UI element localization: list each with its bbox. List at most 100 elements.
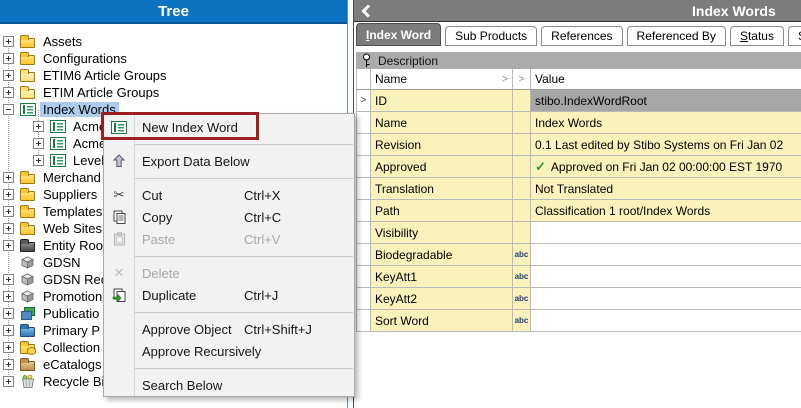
attribute-row-name: Name Index Words [354, 112, 801, 134]
attribute-value[interactable]: 0.1 Last edited by Stibo Systems on Fri … [531, 134, 801, 156]
grid-header-row: Name > > Value [354, 69, 801, 90]
row-marker [356, 200, 371, 222]
attribute-name[interactable]: Path [371, 200, 513, 222]
expand-plus-icon[interactable] [3, 325, 14, 336]
expand-plus-icon[interactable] [33, 155, 44, 166]
attribute-value[interactable]: ✓ Approved on Fri Jan 02 00:00:00 EST 19… [531, 156, 801, 178]
menu-item-approve-recursively[interactable]: Approve Recursively [104, 340, 354, 362]
tab-cut-off[interactable]: S [788, 26, 801, 46]
expand-plus-icon[interactable] [3, 206, 14, 217]
tab-status[interactable]: Status [730, 26, 784, 46]
expand-plus-icon[interactable] [3, 223, 14, 234]
tab-label: References [551, 29, 612, 43]
attribute-value[interactable] [531, 244, 801, 266]
tab-label: ndex Word [369, 28, 431, 42]
text-attribute-icon: abc [513, 288, 531, 310]
attribute-value[interactable]: Not Translated [531, 178, 801, 200]
attribute-row-sort-word: Sort Word abc [354, 310, 801, 332]
menu-item-export-data-below[interactable]: Export Data Below [104, 150, 354, 172]
attribute-name[interactable]: Sort Word [371, 310, 513, 332]
expand-plus-icon[interactable] [3, 70, 14, 81]
expand-plus-icon[interactable] [3, 376, 14, 387]
cube-icon [19, 290, 36, 303]
tab-bar: Index Word Sub Products References Refer… [356, 22, 801, 46]
tab-sub-products[interactable]: Sub Products [445, 26, 537, 46]
expand-plus-icon[interactable] [3, 189, 14, 200]
menu-item-search-below[interactable]: Search Below [104, 374, 354, 396]
tree-item-label: ETIM Article Groups [40, 85, 162, 100]
expand-plus-icon[interactable] [3, 53, 14, 64]
menu-shortcut: Ctrl+X [244, 188, 280, 203]
attribute-value[interactable] [531, 288, 801, 310]
tree-panel-title: Tree [0, 0, 347, 24]
tree-item-etim6-article-groups[interactable]: ETIM6 Article Groups [0, 67, 348, 84]
menu-item-label: Copy [134, 210, 172, 225]
tree-item-assets[interactable]: Assets [0, 33, 348, 50]
sort-indicator-icon[interactable]: > [502, 74, 508, 85]
tree-item-label: eCatalogs [40, 357, 105, 372]
collapse-minus-icon[interactable] [3, 104, 14, 115]
expand-plus-icon[interactable] [3, 240, 14, 251]
attribute-name[interactable]: Translation [371, 178, 513, 200]
attribute-value[interactable]: Index Words [531, 112, 801, 134]
collection-folder-icon [19, 341, 36, 354]
attribute-name[interactable]: Revision [371, 134, 513, 156]
tab-index-word[interactable]: Index Word [356, 23, 441, 46]
back-arrow-icon[interactable] [359, 3, 375, 19]
attribute-name[interactable]: KeyAtt1 [371, 266, 513, 288]
row-marker [356, 266, 371, 288]
description-section-header: Description [356, 52, 801, 69]
attribute-name[interactable]: Visibility [371, 222, 513, 244]
attribute-name[interactable]: Biodegradable [371, 244, 513, 266]
tab-references[interactable]: References [541, 26, 622, 46]
tan-folder-icon [19, 358, 36, 371]
abc-flag: abc [515, 250, 529, 259]
expand-plus-icon[interactable] [3, 36, 14, 47]
expand-plus-icon[interactable] [33, 138, 44, 149]
expand-plus-icon[interactable] [3, 359, 14, 370]
expand-plus-icon[interactable] [3, 291, 14, 302]
tree-item-etim-article-groups[interactable]: ETIM Article Groups [0, 84, 348, 101]
value-column-header[interactable]: Value [531, 69, 801, 90]
abc-flag: abc [515, 316, 529, 325]
tree-item-configurations[interactable]: Configurations [0, 50, 348, 67]
attribute-row-keyatt1: KeyAtt1 abc [354, 266, 801, 288]
attribute-name[interactable]: KeyAtt2 [371, 288, 513, 310]
expand-plus-icon[interactable] [3, 172, 14, 183]
attribute-name[interactable]: Approved [371, 156, 513, 178]
export-icon [104, 154, 134, 168]
tab-label: tatus [748, 29, 774, 43]
attribute-flag [513, 178, 531, 200]
menu-item-copy[interactable]: Copy Ctrl+C [104, 206, 354, 228]
attribute-value[interactable] [531, 222, 801, 244]
attribute-value[interactable] [531, 310, 801, 332]
index-word-icon [49, 137, 66, 150]
attribute-name[interactable]: Name [371, 112, 513, 134]
expand-plus-icon[interactable] [3, 342, 14, 353]
menu-item-duplicate[interactable]: Duplicate Ctrl+J [104, 284, 354, 306]
tree-item-label: Collection [40, 340, 103, 355]
attribute-value[interactable]: stibo.IndexWordRoot [531, 90, 801, 112]
index-word-icon [49, 120, 66, 133]
flag-column-header[interactable]: > [513, 69, 531, 90]
expand-plus-icon[interactable] [33, 121, 44, 132]
attribute-flag [513, 134, 531, 156]
expand-plus-icon[interactable] [3, 274, 14, 285]
attribute-value[interactable]: Classification 1 root/Index Words [531, 200, 801, 222]
tab-referenced-by[interactable]: Referenced By [627, 26, 726, 46]
index-word-icon [19, 103, 36, 116]
expand-plus-icon[interactable] [3, 87, 14, 98]
attribute-flag [513, 156, 531, 178]
expand-plus-icon[interactable] [3, 308, 14, 319]
menu-item-label: Paste [134, 232, 175, 247]
tab-label: Sub Products [455, 29, 527, 43]
attribute-value[interactable] [531, 266, 801, 288]
name-column-header[interactable]: Name > [371, 69, 513, 90]
row-marker [356, 178, 371, 200]
menu-shortcut: Ctrl+J [244, 288, 278, 303]
menu-shortcut: Ctrl+V [244, 232, 280, 247]
menu-item-cut[interactable]: ✂ Cut Ctrl+X [104, 184, 354, 206]
attribute-name[interactable]: ID [371, 90, 513, 112]
attribute-flag [513, 222, 531, 244]
menu-item-approve-object[interactable]: Approve Object Ctrl+Shift+J [104, 318, 354, 340]
